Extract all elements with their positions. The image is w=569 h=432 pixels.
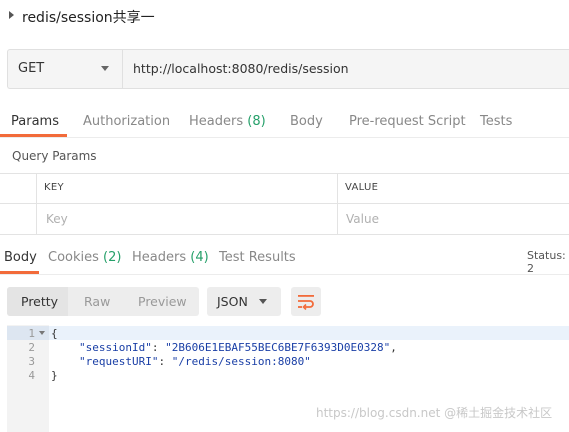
tab-params[interactable]: Params bbox=[11, 114, 59, 129]
tab-authorization[interactable]: Authorization bbox=[83, 114, 170, 129]
table-row-divider bbox=[0, 203, 569, 204]
line-number: 3 bbox=[28, 355, 35, 368]
tab-headers-count: (8) bbox=[247, 114, 266, 129]
key-column-header: KEY bbox=[44, 182, 64, 193]
response-tab-cookies-label: Cookies bbox=[48, 250, 99, 265]
tab-tests[interactable]: Tests bbox=[480, 114, 512, 129]
pretty-button-label: Pretty bbox=[21, 294, 59, 309]
response-tab-headers-label: Headers bbox=[132, 250, 187, 265]
request-title: redis/session共享一 bbox=[22, 10, 155, 26]
json-key: "requestURI" bbox=[79, 355, 159, 368]
json-value: "/redis/session:8080" bbox=[171, 355, 311, 368]
code-line: "requestURI": "/redis/session:8080" bbox=[79, 355, 311, 368]
table-column-divider bbox=[337, 173, 338, 235]
response-tab-headers-count: (4) bbox=[190, 250, 209, 265]
raw-button[interactable]: Raw bbox=[84, 294, 110, 309]
response-tab-cookies[interactable]: Cookies (2) bbox=[48, 250, 121, 265]
active-line bbox=[49, 326, 569, 340]
param-value-input[interactable] bbox=[339, 205, 567, 233]
json-value: "2B606E1EBAF55BEC6BE7F6393D0E0328" bbox=[165, 341, 391, 354]
divider bbox=[0, 274, 569, 275]
code-line: } bbox=[51, 369, 58, 382]
line-number: 4 bbox=[28, 369, 35, 382]
fold-caret-icon[interactable] bbox=[39, 331, 45, 335]
json-brace: { bbox=[51, 327, 58, 340]
caret-right-icon[interactable] bbox=[9, 11, 14, 19]
preview-button[interactable]: Preview bbox=[138, 294, 187, 309]
format-select-label: JSON bbox=[217, 294, 248, 309]
method-label: GET bbox=[18, 61, 45, 76]
json-brace: } bbox=[51, 369, 58, 382]
chevron-down-icon bbox=[259, 299, 267, 304]
line-number: 1 bbox=[28, 327, 35, 340]
wrap-lines-icon bbox=[298, 295, 314, 310]
url-text: http://localhost:8080/redis/session bbox=[133, 61, 349, 76]
tab-body[interactable]: Body bbox=[290, 114, 323, 129]
table-column-divider bbox=[36, 173, 37, 235]
response-tab-body[interactable]: Body bbox=[4, 250, 37, 265]
tab-prerequest-script[interactable]: Pre-request Script bbox=[349, 114, 466, 129]
tab-headers[interactable]: Headers (8) bbox=[189, 114, 266, 129]
chevron-down-icon bbox=[101, 66, 109, 71]
watermark: https://blog.csdn.net @稀土掘金技术社区 bbox=[316, 406, 553, 420]
response-tab-cookies-count: (2) bbox=[103, 250, 122, 265]
response-tab-test-results[interactable]: Test Results bbox=[219, 250, 296, 265]
json-key: "sessionId" bbox=[79, 341, 152, 354]
response-status: Status: 2 bbox=[527, 249, 566, 275]
line-number: 2 bbox=[28, 341, 35, 354]
param-key-input[interactable] bbox=[38, 205, 336, 233]
code-line: "sessionId": "2B606E1EBAF55BEC6BE7F6393D… bbox=[79, 341, 397, 354]
tab-headers-label: Headers bbox=[189, 114, 244, 129]
response-tab-headers[interactable]: Headers (4) bbox=[132, 250, 209, 265]
code-line: { bbox=[51, 327, 58, 340]
query-params-title: Query Params bbox=[12, 149, 97, 163]
value-column-header: VALUE bbox=[345, 182, 379, 193]
divider bbox=[0, 137, 569, 138]
